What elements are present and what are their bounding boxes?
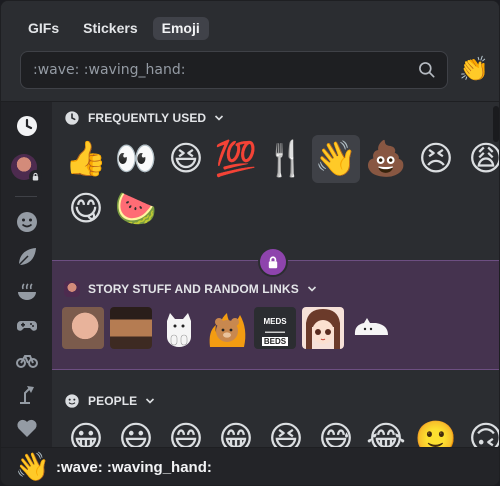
emoji-cell-selected[interactable]: 👋 (312, 135, 360, 183)
picker-header: GIFs Stickers Emoji :wave: :waving_hand:… (1, 1, 499, 102)
emoji-cell[interactable]: 👀 (112, 135, 160, 183)
preview-emoji: 👋 (15, 450, 50, 483)
emoji-cell[interactable]: 😩 (462, 135, 499, 183)
smiley-icon (65, 394, 79, 408)
server-emoji-bear-fire[interactable] (206, 307, 248, 349)
server-avatar (64, 281, 80, 297)
food-bowl-icon[interactable] (14, 279, 40, 305)
emoji-cell[interactable]: 😃 (112, 415, 160, 447)
smiley-icon[interactable] (14, 209, 40, 235)
server-emoji-meme-face[interactable] (62, 307, 104, 349)
search-input[interactable]: :wave: :waving_hand: (20, 51, 448, 89)
lamp-icon[interactable] (14, 381, 40, 407)
section-title: STORY STUFF AND RANDOM LINKS (88, 282, 299, 296)
emoji-cell[interactable]: 💯 (212, 135, 260, 183)
section-title: FREQUENTLY USED (88, 111, 207, 125)
chevron-down-icon (215, 115, 224, 121)
emoji-cell[interactable]: 🙂 (412, 415, 460, 447)
emoji-cell[interactable]: 😄 (162, 415, 210, 447)
tab-stickers[interactable]: Stickers (74, 17, 146, 40)
emoji-cell[interactable]: 😂 (362, 415, 410, 447)
emoji-cell[interactable]: 😀 (62, 415, 110, 447)
category-sidebar (1, 102, 52, 471)
server-emoji-row: MEDS ▬▬▬▬ BEDS (62, 307, 392, 349)
clock-icon[interactable] (14, 113, 40, 139)
emoji-cell[interactable]: 😋 (62, 185, 110, 233)
emoji-cell[interactable]: 😆 (162, 135, 210, 183)
tab-emoji[interactable]: Emoji (152, 17, 209, 40)
server-section: STORY STUFF AND RANDOM LINKS MEDS ▬▬▬▬ BED… (52, 247, 499, 370)
section-title: PEOPLE (88, 394, 138, 408)
emoji-cell[interactable]: 💩 (362, 135, 410, 183)
chevron-down-icon (307, 286, 316, 292)
emoji-cell[interactable]: 🍉 (112, 185, 160, 233)
random-emoji-button[interactable]: 👏 (459, 55, 489, 83)
picker-tabs: GIFs Stickers Emoji (19, 17, 209, 40)
gamepad-icon[interactable] (14, 313, 40, 339)
emoji-cell[interactable]: 🙃 (462, 415, 499, 447)
lock-icon (258, 247, 288, 277)
lock-icon (29, 170, 42, 183)
server-emoji-meme-scene[interactable] (110, 307, 152, 349)
emoji-cell[interactable]: 😅 (312, 415, 360, 447)
emoji-list: FREQUENTLY USED 👍 👀 😆 💯 🍴 👋 💩 😣 😩 😋 🍉 (52, 102, 499, 447)
emoji-picker: GIFs Stickers Emoji :wave: :waving_hand:… (0, 0, 500, 486)
meds-label: MEDS (263, 317, 287, 326)
emoji-preview-bar: 👋 :wave: :waving_hand: (1, 447, 499, 485)
clock-icon (65, 111, 79, 125)
emoji-row: 😋 🍉 (62, 185, 160, 233)
leaf-icon[interactable] (14, 244, 40, 270)
server-emoji-cat-lying[interactable] (350, 307, 392, 349)
server-emoji-meds-text[interactable]: MEDS ▬▬▬▬ BEDS (254, 307, 296, 349)
emoji-cell[interactable]: 😆 (262, 415, 310, 447)
section-header-frequent[interactable]: FREQUENTLY USED (64, 108, 224, 128)
bicycle-icon[interactable] (14, 347, 40, 373)
emoji-row: 👍 👀 😆 💯 🍴 👋 💩 😣 😩 (62, 135, 499, 183)
server-emoji-cat-hands[interactable] (158, 307, 200, 349)
heart-icon[interactable] (14, 415, 40, 441)
preview-label: :wave: :waving_hand: (56, 459, 212, 476)
search-input-value: :wave: :waving_hand: (33, 62, 186, 78)
server-emoji-anime-girl[interactable] (302, 307, 344, 349)
emoji-cell[interactable]: 👍 (62, 135, 110, 183)
beds-label: BEDS (261, 337, 289, 346)
section-header-people[interactable]: PEOPLE (64, 391, 155, 411)
emoji-row: 😀 😃 😄 😁 😆 😅 😂 🙂 🙃 (62, 415, 499, 447)
sidebar-divider (15, 196, 37, 197)
tab-gifs[interactable]: GIFs (19, 17, 68, 40)
chevron-down-icon (146, 398, 155, 404)
search-icon[interactable] (417, 60, 437, 80)
emoji-cell[interactable]: 😣 (412, 135, 460, 183)
emoji-cell[interactable]: 🍴 (262, 135, 310, 183)
section-header-server[interactable]: STORY STUFF AND RANDOM LINKS (64, 279, 317, 299)
emoji-cell[interactable]: 😁 (212, 415, 260, 447)
